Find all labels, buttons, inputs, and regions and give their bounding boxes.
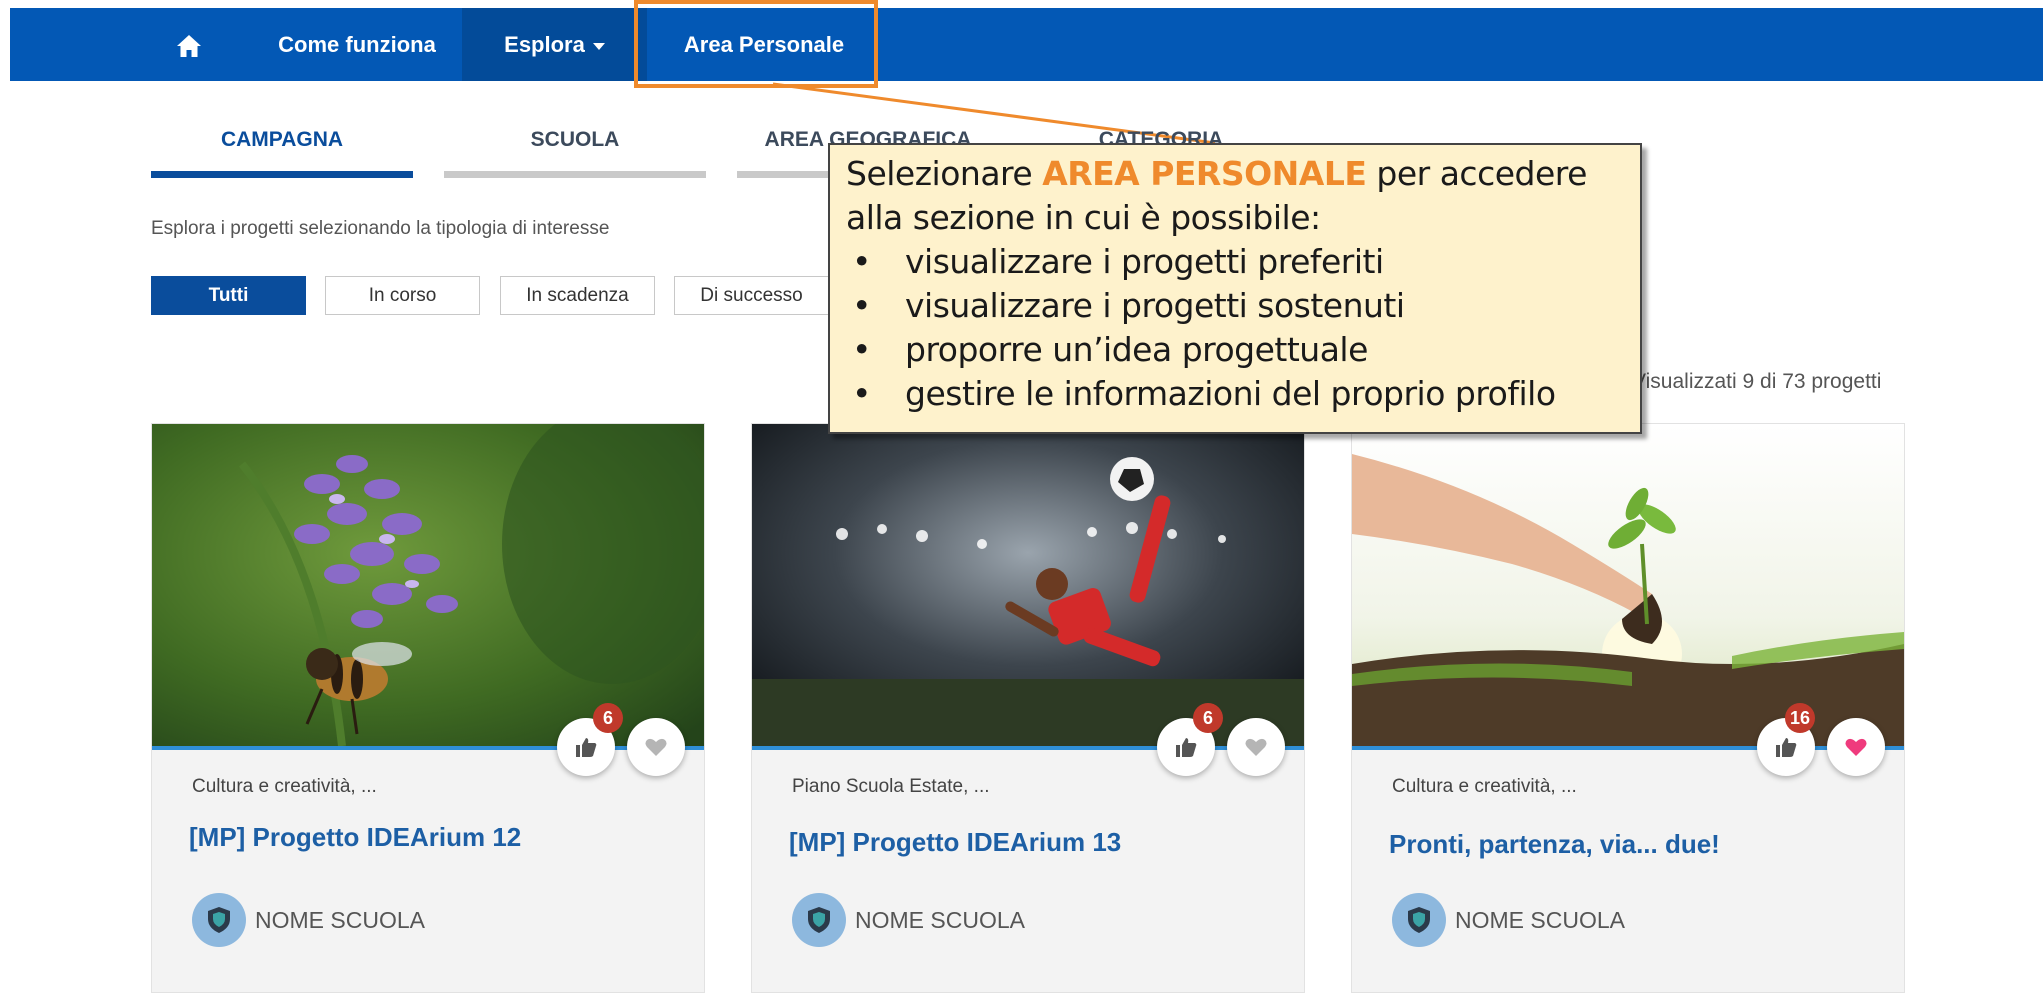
filter-in-corso[interactable]: In corso (325, 276, 480, 315)
flower-bee-image (152, 424, 704, 746)
callout-bullet-text: visualizzare i progetti preferiti (905, 242, 1384, 281)
card-category: Piano Scuola Estate, ... (792, 776, 990, 797)
favorite-button[interactable] (1227, 718, 1285, 776)
card-title[interactable]: [MP] Progetto IDEArium 12 (189, 822, 521, 853)
tab-scuola-underline (444, 171, 706, 178)
results-count: Visualizzati 9 di 73 progetti (1632, 370, 1882, 393)
callout-bullet-item: • visualizzare i progetti sostenuti (846, 284, 1624, 328)
soccer-player-image (752, 424, 1304, 746)
bullet-icon: • (852, 242, 871, 281)
project-card[interactable]: 6 Piano Scuola Estate, ... [MP] Progetto… (751, 423, 1305, 993)
project-card[interactable]: 16 Cultura e creatività, ... Pronti, par… (1351, 423, 1905, 993)
nav-esplora-dropdown[interactable]: Esplora (462, 8, 647, 81)
nav-esplora-label: Esplora (504, 32, 585, 57)
callout-bullet-text: gestire le informazioni del proprio prof… (905, 374, 1556, 413)
school-name: NOME SCUOLA (255, 907, 425, 933)
heart-icon (1245, 738, 1267, 756)
card-category: Cultura e creatività, ... (1392, 776, 1577, 797)
callout-intro-highlight: AREA PERSONALE (1042, 154, 1367, 193)
bullet-icon: • (852, 330, 871, 369)
filter-in-scadenza[interactable]: In scadenza (500, 276, 655, 315)
caret-down-icon (592, 42, 605, 50)
tab-campagna-label: CAMPAGNA (220, 128, 344, 151)
callout-intro: Selezionare AREA PERSONALE per accedere … (846, 152, 1624, 240)
school-avatar (792, 893, 846, 947)
likes-count-badge: 6 (593, 703, 623, 733)
nav-come-funziona[interactable]: Come funziona (246, 8, 468, 81)
card-title[interactable]: [MP] Progetto IDEArium 13 (789, 827, 1121, 858)
project-card[interactable]: 6 Cultura e creatività, ... [MP] Progett… (151, 423, 705, 993)
explore-description: Esplora i progetti selezionando la tipol… (151, 218, 610, 239)
shield-icon (808, 907, 830, 933)
favorite-button[interactable] (1827, 718, 1885, 776)
callout-bullet-list: • visualizzare i progetti preferiti • visu… (846, 240, 1624, 416)
school-avatar (1392, 893, 1446, 947)
nav-area-personale[interactable]: Area Personale (646, 8, 882, 81)
hands-plant-image (1352, 424, 1904, 746)
card-category: Cultura e creatività, ... (192, 776, 377, 797)
bullet-icon: • (852, 286, 871, 325)
callout-bullet-text: proporre un’idea progettuale (905, 330, 1368, 369)
callout-intro-pre: Selezionare (846, 154, 1043, 193)
shield-icon (1408, 907, 1430, 933)
instruction-callout: Selezionare AREA PERSONALE per accedere … (828, 143, 1642, 434)
callout-bullet-item: • gestire le informazioni del proprio pro… (846, 372, 1624, 416)
card-accent-line (152, 746, 704, 750)
heart-icon (1845, 738, 1867, 756)
likes-count-badge: 16 (1785, 703, 1815, 733)
nav-come-funziona-label: Come funziona (278, 32, 436, 57)
thumbs-up-icon (576, 738, 597, 757)
shield-icon (208, 907, 230, 933)
school-name: NOME SCUOLA (855, 907, 1025, 933)
tab-campagna[interactable]: CAMPAGNA (151, 122, 413, 178)
likes-count-badge: 6 (1193, 703, 1223, 733)
tab-campagna-underline (151, 171, 413, 178)
callout-bullet-text: visualizzare i progetti sostenuti (905, 286, 1405, 325)
school-avatar (192, 893, 246, 947)
card-accent-line (1352, 746, 1904, 750)
favorite-button[interactable] (627, 718, 685, 776)
card-title[interactable]: Pronti, partenza, via... due! (1389, 829, 1720, 860)
bullet-icon: • (852, 374, 871, 413)
school-name: NOME SCUOLA (1455, 907, 1625, 933)
filter-tutti[interactable]: Tutti (151, 276, 306, 315)
thumbs-up-icon (1776, 738, 1797, 757)
home-icon[interactable] (176, 34, 202, 58)
card-accent-line (752, 746, 1304, 750)
heart-icon (645, 738, 667, 756)
callout-bullet-item: • proporre un’idea progettuale (846, 328, 1624, 372)
thumbs-up-icon (1176, 738, 1197, 757)
nav-area-personale-label: Area Personale (683, 32, 845, 57)
tab-scuola-label: SCUOLA (530, 128, 620, 151)
callout-bullet-item: • visualizzare i progetti preferiti (846, 240, 1624, 284)
filter-di-successo[interactable]: Di successo (674, 276, 829, 315)
tab-scuola[interactable]: SCUOLA (444, 122, 706, 178)
top-navbar: Come funziona Esplora Area Personale (10, 8, 2043, 81)
